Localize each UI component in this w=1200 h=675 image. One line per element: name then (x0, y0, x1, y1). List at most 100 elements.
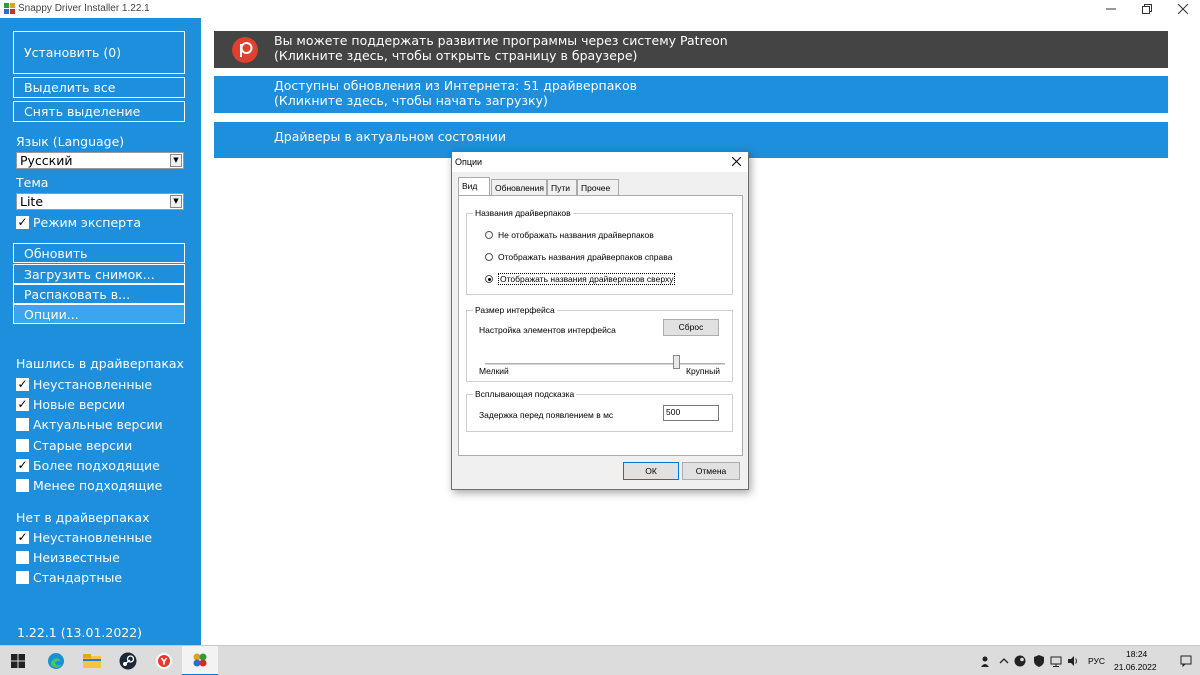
radio-icon (485, 253, 493, 261)
ui-size-setting-label: Настройка элементов интерфейса (479, 325, 616, 335)
security-icon[interactable] (1033, 655, 1045, 667)
app-icon (4, 3, 15, 14)
radio-names-right[interactable]: Отображать названия драйверпаков справа (485, 252, 672, 262)
taskbar-explorer[interactable] (74, 646, 110, 675)
missing-item-checkbox[interactable]: Стандартные (16, 570, 122, 585)
cancel-button[interactable]: Отмена (682, 462, 740, 480)
load-snapshot-button[interactable]: Загрузить снимок... (13, 264, 185, 284)
minimize-button[interactable] (1096, 0, 1126, 18)
language-select[interactable]: Русский ▼ (16, 152, 184, 169)
updates-banner[interactable]: Доступны обновления из Интернета: 51 дра… (214, 76, 1168, 113)
radio-selected-icon (485, 275, 493, 283)
taskbar-yandex[interactable]: Y (146, 646, 182, 675)
refresh-button[interactable]: Обновить (13, 243, 185, 263)
tab-label: Прочее (581, 183, 611, 193)
found-item-checkbox[interactable]: ✓ Более подходящие (16, 458, 160, 473)
options-button[interactable]: Опции... (13, 304, 185, 324)
minimize-icon (1106, 8, 1116, 10)
dialog-title: Опции (455, 157, 483, 167)
radio-hide-names[interactable]: Не отображать названия драйверпаков (485, 230, 654, 240)
deselect-label: Снять выделение (24, 104, 141, 119)
deselect-button[interactable]: Снять выделение (13, 101, 185, 122)
chevron-down-icon: ▼ (170, 195, 182, 208)
checkbox-icon (16, 439, 29, 452)
found-item-label: Более подходящие (33, 458, 160, 473)
found-header: Нашлись в драйверпаках (16, 356, 184, 371)
clock-time[interactable]: 18:24 (1126, 649, 1147, 659)
taskbar-steam[interactable] (110, 646, 146, 675)
chevron-down-icon: ▼ (170, 154, 182, 167)
steam-tray-icon[interactable] (1014, 655, 1026, 667)
chevron-up-icon[interactable] (998, 655, 1010, 667)
updates-line2: (Кликните здесь, чтобы начать загрузку) (274, 93, 548, 108)
taskbar-edge[interactable] (38, 646, 74, 675)
radio-icon (485, 231, 493, 239)
patreon-banner[interactable]: Вы можете поддержать развитие программы … (214, 31, 1168, 68)
found-item-checkbox[interactable]: Старые версии (16, 438, 132, 453)
radio-label: Не отображать названия драйверпаков (498, 230, 654, 240)
restore-button[interactable] (1132, 0, 1162, 18)
ok-button[interactable]: ОК (623, 462, 679, 480)
tab-other[interactable]: Прочее (577, 179, 619, 195)
missing-item-checkbox[interactable]: ✓ Неустановленные (16, 530, 152, 545)
ui-size-slider-track[interactable] (485, 363, 725, 365)
missing-item-label: Неустановленные (33, 530, 153, 545)
cancel-label: Отмена (695, 466, 727, 476)
select-all-button[interactable]: Выделить все (13, 77, 185, 98)
tab-paths[interactable]: Пути (547, 179, 577, 195)
tab-updates[interactable]: Обновления (491, 179, 547, 195)
checkmark-icon: ✓ (16, 215, 29, 229)
missing-item-label: Стандартные (33, 570, 123, 585)
steam-icon (119, 652, 137, 670)
ui-size-slider-thumb[interactable] (673, 355, 680, 369)
language-value: Русский (20, 153, 73, 168)
checkbox-icon: ✓ (16, 458, 29, 472)
unpack-button[interactable]: Распаковать в... (13, 284, 185, 304)
found-item-checkbox[interactable]: Актуальные версии (16, 417, 163, 432)
group-pack-names: Названия драйверпаков Не отображать назв… (466, 208, 733, 295)
tab-view[interactable]: Вид (458, 177, 490, 195)
volume-icon[interactable] (1067, 655, 1079, 667)
actual-line1: Драйверы в актуальном состоянии (274, 129, 507, 144)
unpack-label: Распаковать в... (24, 286, 131, 302)
missing-item-checkbox[interactable]: Неизвестные (16, 550, 120, 565)
tooltip-delay-input[interactable]: 500 (663, 405, 719, 421)
expert-mode-checkbox[interactable]: ✓ Режим эксперта (16, 215, 141, 230)
theme-select[interactable]: Lite ▼ (16, 193, 184, 210)
checkbox-icon (16, 571, 29, 584)
found-item-label: Новые версии (33, 397, 126, 412)
theme-label: Тема (16, 175, 49, 190)
reset-label: Сброс (678, 322, 704, 332)
clock-date[interactable]: 21.06.2022 (1114, 662, 1157, 672)
windows-icon (11, 654, 25, 668)
radio-label: Отображать названия драйверпаков сверху (498, 273, 676, 285)
edge-icon (48, 653, 64, 669)
close-icon (1178, 4, 1188, 14)
dialog-close-button[interactable] (728, 154, 744, 170)
close-button[interactable] (1168, 0, 1198, 18)
found-item-checkbox[interactable]: Менее подходящие (16, 478, 162, 493)
start-button[interactable] (0, 646, 36, 675)
found-item-label: Актуальные версии (33, 417, 163, 432)
install-label: Установить (0) (24, 45, 122, 60)
options-dialog: Опции Вид Обновления Пути Прочее Названи… (451, 151, 749, 490)
tab-panel: Названия драйверпаков Не отображать назв… (458, 195, 743, 456)
network-icon[interactable] (1050, 655, 1062, 667)
found-item-checkbox[interactable]: ✓ Неустановленные (16, 377, 152, 392)
input-language[interactable]: РУС (1088, 656, 1105, 666)
expert-mode-label: Режим эксперта (33, 215, 142, 230)
group-label: Всплывающая подсказка (473, 389, 577, 399)
notifications-icon[interactable] (1180, 655, 1192, 667)
radio-names-top[interactable]: Отображать названия драйверпаков сверху (485, 273, 676, 285)
install-button[interactable]: Установить (0) (13, 31, 185, 74)
close-icon (731, 156, 741, 167)
found-item-label: Менее подходящие (33, 478, 163, 493)
reset-button[interactable]: Сброс (663, 319, 719, 336)
ok-label: ОК (645, 466, 657, 476)
taskbar-sdi[interactable] (182, 646, 218, 675)
tray-person-icon[interactable] (980, 655, 992, 667)
checkbox-icon (16, 551, 29, 564)
found-item-checkbox[interactable]: ✓ Новые версии (16, 397, 125, 412)
checkbox-icon: ✓ (16, 377, 29, 391)
found-item-label: Старые версии (33, 438, 133, 453)
